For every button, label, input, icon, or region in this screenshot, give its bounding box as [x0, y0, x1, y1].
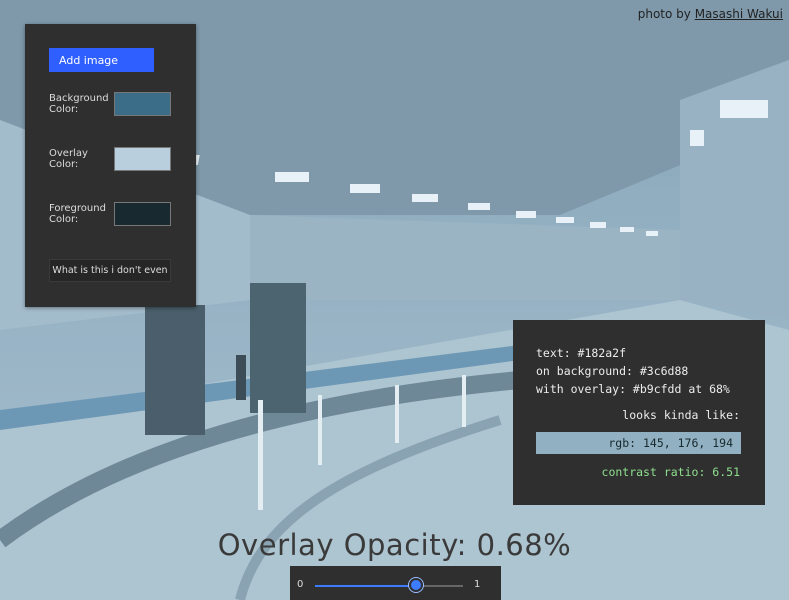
foreground-color-label: Foreground Color: [49, 203, 106, 225]
slider-min-label: 0 [297, 579, 304, 590]
contrast-ratio: contrast ratio: 6.51 [601, 465, 740, 479]
looks-like-label: looks kinda like: [622, 408, 740, 422]
add-image-button[interactable]: Add image [49, 48, 154, 72]
background-color-line: on background: #3c6d88 [536, 364, 689, 378]
explain-button[interactable]: What is this i don't even [49, 259, 171, 282]
credit-prefix: photo by [637, 7, 691, 21]
text-color-line: text: #182a2f [536, 346, 627, 360]
color-settings-panel: Add image Background Color: Overlay Colo… [25, 24, 196, 307]
background-color-swatch[interactable] [114, 92, 171, 116]
result-color-sample: rgb: 145, 176, 194 [536, 432, 741, 454]
background-color-label: Background Color: [49, 93, 109, 115]
slider-max-label: 1 [474, 579, 481, 590]
opacity-slider-track[interactable] [315, 585, 463, 587]
contrast-result-panel: text: #182a2f on background: #3c6d88 wit… [513, 320, 765, 505]
overlay-opacity-title: Overlay Opacity: 0.68% [217, 528, 572, 562]
opacity-slider-box: 0 1 [290, 566, 501, 600]
foreground-color-swatch[interactable] [114, 202, 171, 226]
overlay-color-label: Overlay Color: [49, 148, 88, 170]
overlay-color-swatch[interactable] [114, 147, 171, 171]
overlay-color-line: with overlay: #b9cfdd at 68% [536, 382, 730, 396]
photo-credit: photo by Masashi Wakui [638, 7, 783, 21]
opacity-slider-fill [315, 585, 416, 587]
credit-author-link[interactable]: Masashi Wakui [695, 7, 783, 21]
opacity-slider-thumb[interactable] [408, 578, 423, 592]
